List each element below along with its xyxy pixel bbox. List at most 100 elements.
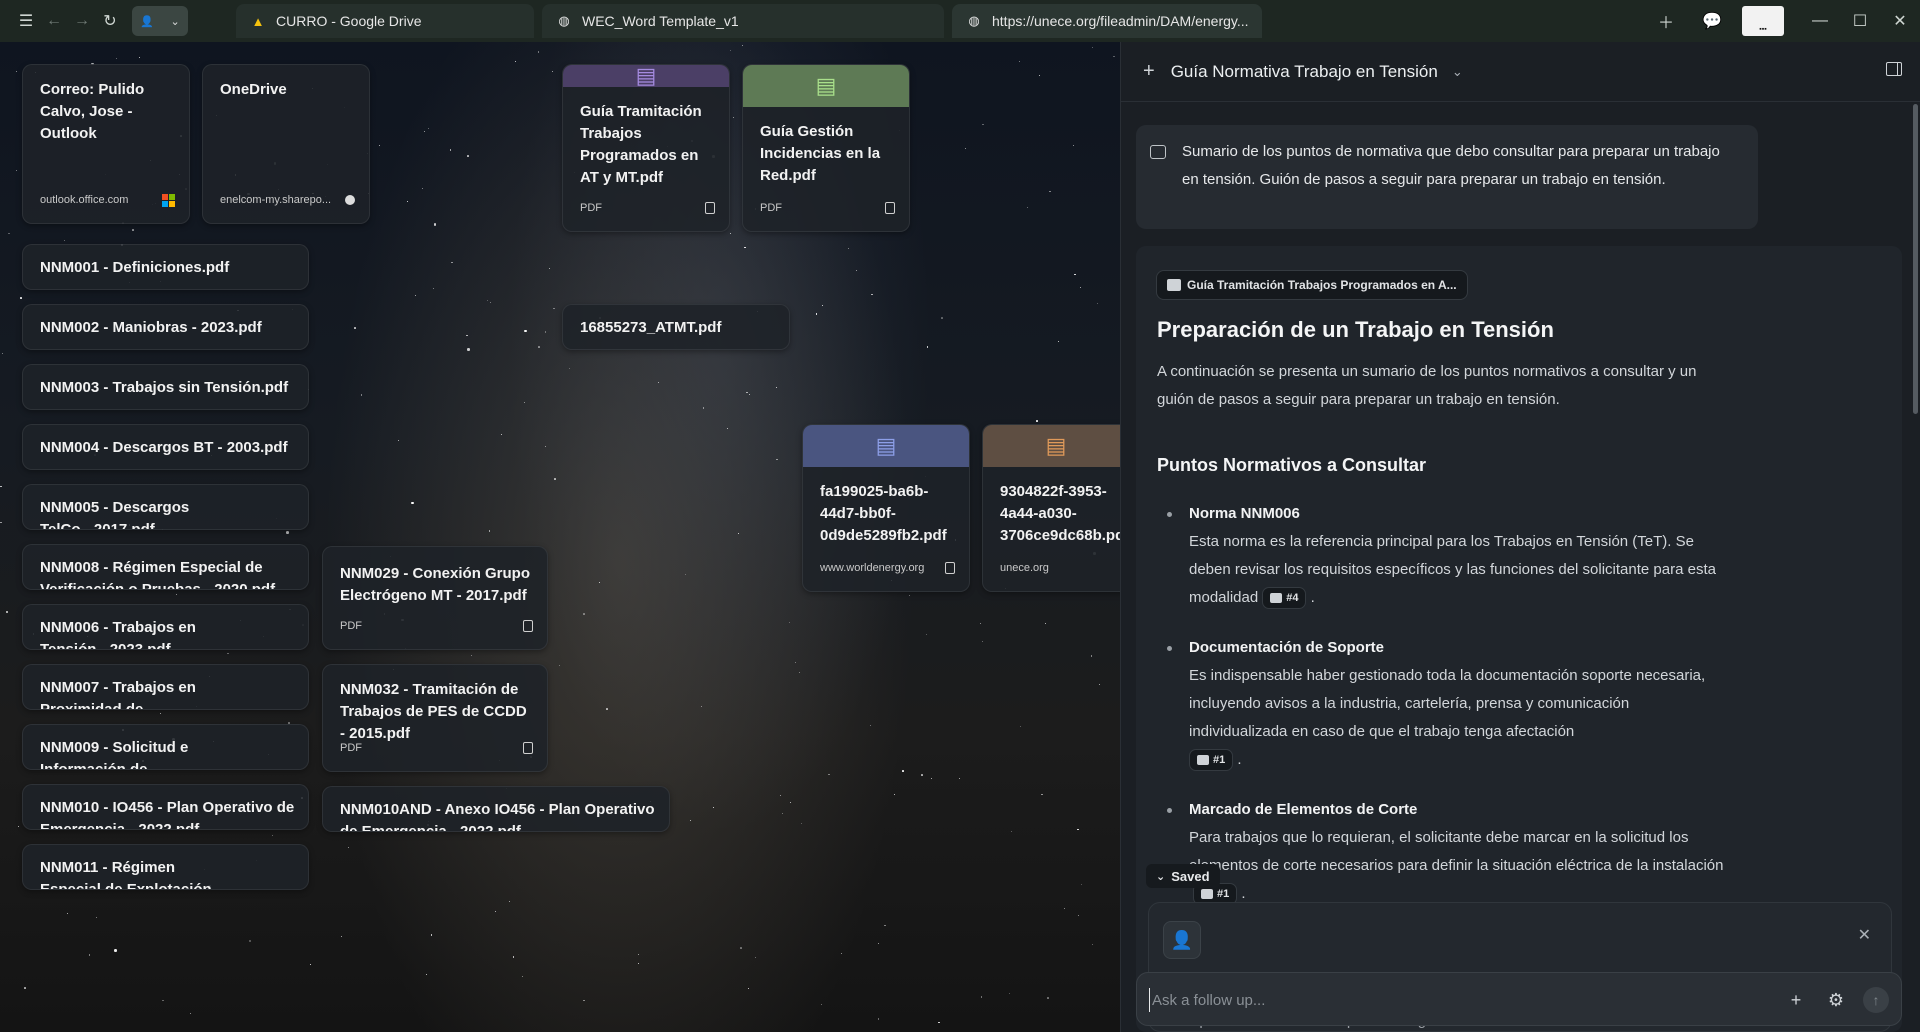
- chevron-down-icon[interactable]: ⌄: [1452, 64, 1463, 80]
- maximize-icon[interactable]: ☐: [1846, 7, 1874, 35]
- star: [66, 912, 68, 914]
- reload-icon[interactable]: ↻: [96, 7, 124, 35]
- tab-unece[interactable]: ◍ https://unece.org/fileadmin/DAM/energy…: [952, 4, 1262, 38]
- list-item[interactable]: NNM011 - Régimen Especial de Explotación…: [22, 844, 309, 890]
- chevron-down-icon: ⌄: [170, 15, 180, 28]
- avatar[interactable]: 👤: [1163, 921, 1201, 959]
- card-onedrive[interactable]: OneDrive enelcom-my.sharepo...: [202, 64, 370, 224]
- list-item[interactable]: NNM008 - Régimen Especial de Verificació…: [22, 544, 309, 590]
- card-type: PDF: [340, 620, 362, 632]
- star: [515, 61, 517, 63]
- star: [138, 56, 141, 59]
- close-icon[interactable]: ✕: [1886, 7, 1914, 35]
- star: [512, 956, 515, 958]
- chat-icon[interactable]: 💬: [1698, 7, 1726, 35]
- card-source: www.worldenergy.org: [820, 562, 925, 574]
- star: [740, 947, 742, 949]
- bullet: [1167, 808, 1172, 813]
- new-tab-icon[interactable]: ＋: [1652, 7, 1680, 35]
- citation-chip[interactable]: #1: [1189, 749, 1234, 772]
- card-title: NNM002 - Maniobras - 2023.pdf: [40, 319, 262, 336]
- card-footer: PDF: [580, 197, 715, 219]
- profile-qr-icon[interactable]: ▪▪▪: [1742, 6, 1784, 36]
- followup-input[interactable]: [1149, 988, 1749, 1012]
- panel-header: + Guía Normativa Trabajo en Tensión ⌄: [1121, 42, 1920, 102]
- star: [159, 713, 161, 715]
- card-footer: PDF: [760, 197, 895, 219]
- card-fa199[interactable]: ▤ fa199025-ba6b-44d7-bb0f-0d9de5289fb2.p…: [802, 424, 970, 592]
- star: [449, 149, 452, 151]
- star: [2, 353, 4, 355]
- toolbar-right: ＋ 💬 ▪▪▪ — ☐ ✕: [1652, 0, 1914, 42]
- star: [548, 268, 550, 270]
- star: [8, 232, 10, 235]
- star: [114, 949, 117, 952]
- list-item[interactable]: NNM006 - Trabajos en Tensión - 2023.pdf: [22, 604, 309, 650]
- add-icon[interactable]: +: [1783, 987, 1809, 1013]
- card-title: NNM010 - IO456 - Plan Operativo de Emerg…: [40, 799, 295, 830]
- star: [926, 346, 929, 348]
- star: [727, 427, 729, 429]
- tab-google-drive[interactable]: ▲ CURRO - Google Drive: [236, 4, 534, 38]
- star: [1091, 47, 1093, 49]
- star: [815, 313, 818, 315]
- star: [486, 300, 488, 302]
- list-item[interactable]: NNM002 - Maniobras - 2023.pdf: [22, 304, 309, 350]
- card-title: NNM010AND - Anexo IO456 - Plan Operativo…: [340, 801, 655, 832]
- star: [0, 485, 2, 488]
- panel-title[interactable]: Guía Normativa Trabajo en Tensión: [1171, 62, 1438, 82]
- tab-label: WEC_Word Template_v1: [582, 13, 739, 29]
- star: [96, 916, 98, 918]
- card-outlook[interactable]: Correo: Pulido Calvo, Jose - Outlook out…: [22, 64, 190, 224]
- list-item[interactable]: NNM009 - Solicitud e Información de Inte…: [22, 724, 309, 770]
- message-icon: [1150, 145, 1166, 159]
- list-item[interactable]: NNM003 - Trabajos sin Tensión.pdf: [22, 364, 309, 410]
- card-nnm032[interactable]: NNM032 - Tramitación de Trabajos de PES …: [322, 664, 548, 772]
- saved-toggle[interactable]: ⌄ Saved: [1146, 864, 1220, 888]
- document-icon: ▤: [983, 425, 1129, 467]
- back-icon[interactable]: ←: [40, 7, 68, 35]
- minimize-icon[interactable]: —: [1806, 7, 1834, 35]
- card-type: PDF: [760, 202, 782, 214]
- star: [423, 131, 425, 133]
- card-footer: outlook.office.com: [40, 189, 175, 211]
- card-atmt[interactable]: 16855273_ATMT.pdf: [562, 304, 790, 350]
- settings-icon[interactable]: ⚙: [1823, 987, 1849, 1013]
- star: [411, 501, 414, 505]
- star: [1018, 60, 1020, 62]
- star: [782, 813, 784, 815]
- profile-switcher[interactable]: 👤 ⌄: [132, 6, 188, 36]
- star: [1096, 302, 1098, 304]
- star: [982, 640, 984, 642]
- send-button[interactable]: ↑: [1863, 987, 1889, 1013]
- scrollbar[interactable]: [1913, 104, 1918, 414]
- answer-title: Preparación de un Trabajo en Tensión: [1157, 317, 1554, 342]
- list-item[interactable]: NNM004 - Descargos BT - 2003.pdf: [22, 424, 309, 470]
- sidebar-toggle-icon[interactable]: [1886, 62, 1902, 76]
- list-item[interactable]: NNM001 - Definiciones.pdf: [22, 244, 309, 290]
- list-item[interactable]: NNM007 - Trabajos en Proximidad de Insta…: [22, 664, 309, 710]
- list-item[interactable]: NNM005 - Descargos TelCo - 2017.pdf: [22, 484, 309, 530]
- star: [690, 820, 692, 822]
- list-item[interactable]: NNM010 - IO456 - Plan Operativo de Emerg…: [22, 784, 309, 830]
- star: [926, 633, 928, 635]
- image-icon: [1201, 889, 1213, 900]
- card-nnm029[interactable]: NNM029 - Conexión Grupo Electrógeno MT -…: [322, 546, 548, 650]
- star: [754, 957, 756, 959]
- source-chip[interactable]: Guía Tramitación Trabajos Programados en…: [1156, 270, 1468, 300]
- citation-chip[interactable]: #4: [1262, 587, 1307, 610]
- card-source: unece.org: [1000, 562, 1049, 574]
- card-title: Guía Gestión Incidencias en la Red.pdf: [760, 123, 881, 184]
- close-icon[interactable]: ✕: [1858, 925, 1871, 945]
- forward-icon[interactable]: →: [68, 7, 96, 35]
- card-9304[interactable]: ▤ 9304822f-3953-4a44-a030-3706ce9dc68b.p…: [982, 424, 1130, 592]
- card-nnm010and[interactable]: NNM010AND - Anexo IO456 - Plan Operativo…: [322, 786, 670, 832]
- menu-icon[interactable]: ☰: [12, 7, 40, 35]
- tab-wec-template[interactable]: ◍ WEC_Word Template_v1: [542, 4, 944, 38]
- card-guia-tramitacion[interactable]: ▤ Guía Tramitación Trabajos Programados …: [562, 64, 730, 232]
- star: [799, 671, 801, 673]
- star: [884, 924, 886, 927]
- new-chat-icon[interactable]: +: [1143, 60, 1155, 83]
- card-guia-gestion[interactable]: ▤ Guía Gestión Incidencias en la Red.pdf…: [742, 64, 910, 232]
- card-title: NNM007 - Trabajos en Proximidad de Insta…: [40, 679, 196, 710]
